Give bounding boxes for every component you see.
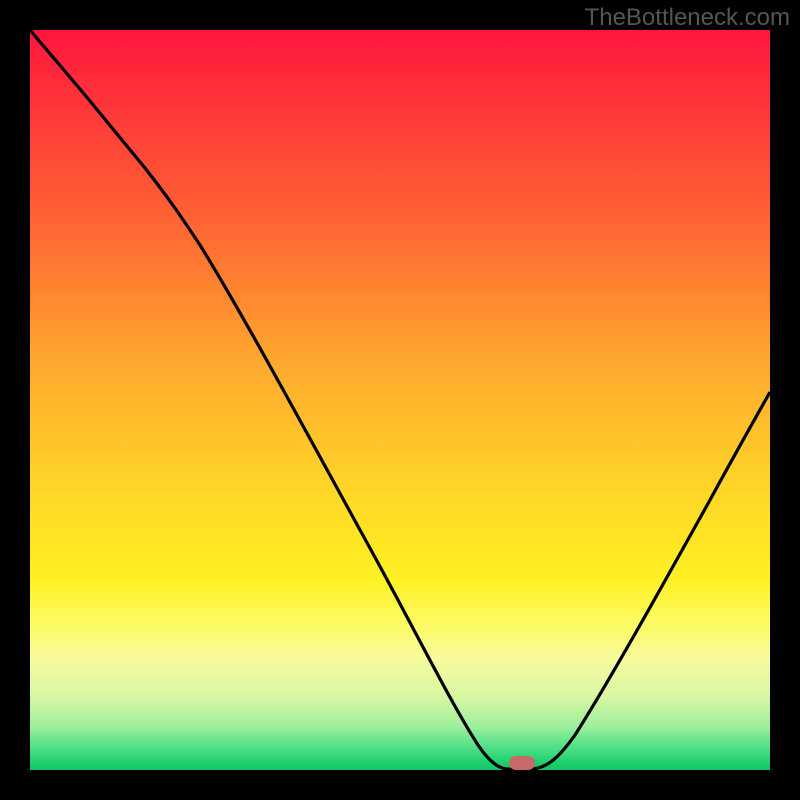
chart-container: TheBottleneck.com <box>0 0 800 800</box>
curve-path <box>30 30 770 770</box>
watermark-text: TheBottleneck.com <box>585 4 790 32</box>
bottleneck-curve <box>30 30 770 770</box>
plot-region <box>30 30 770 770</box>
optimal-point-marker <box>509 756 535 770</box>
